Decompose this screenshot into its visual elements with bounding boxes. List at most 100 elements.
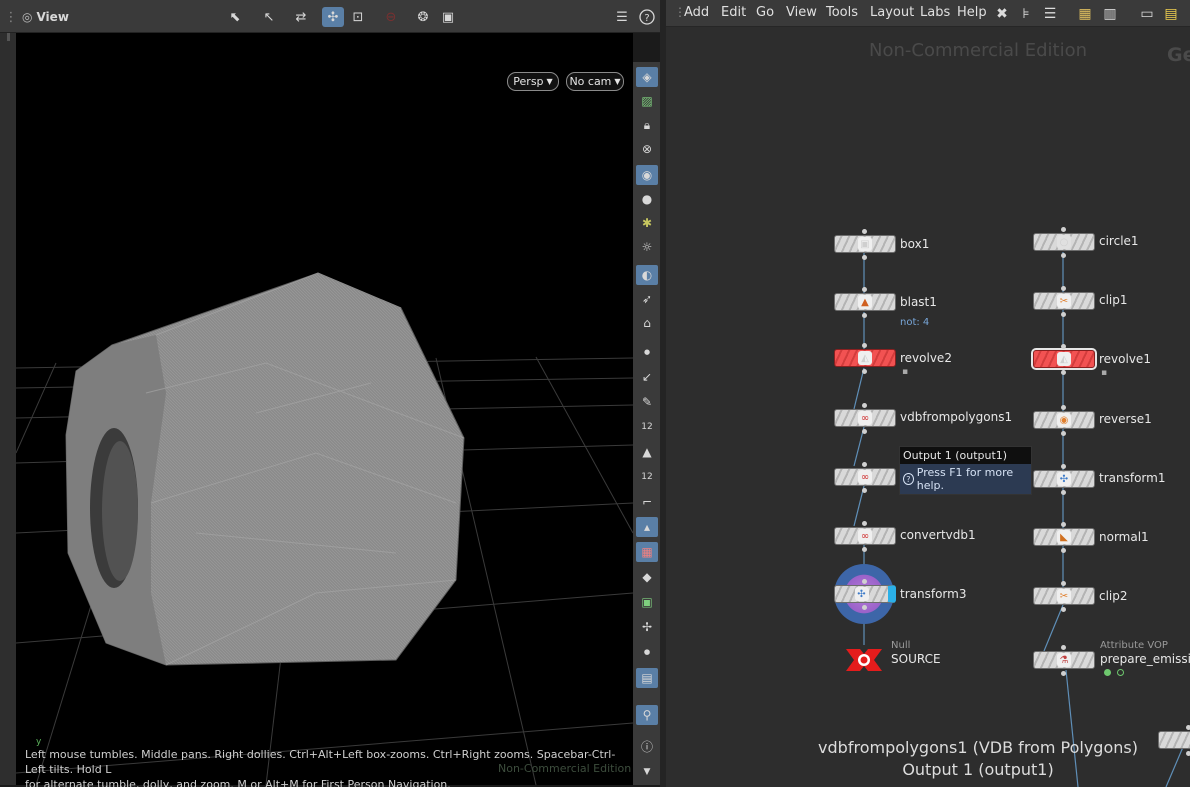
isolate-icon[interactable]: ⊗: [636, 139, 658, 159]
curve-icon[interactable]: ⌐: [636, 492, 658, 512]
input-port[interactable]: [1061, 522, 1066, 527]
input-port[interactable]: [862, 579, 867, 584]
disabled-snap-icon[interactable]: ⊖: [380, 7, 402, 27]
node-clip2[interactable]: ✂: [1033, 587, 1095, 605]
select-arrow-icon[interactable]: ↖: [258, 7, 280, 27]
node-transform1[interactable]: ✣: [1033, 470, 1095, 488]
output-port[interactable]: [1061, 548, 1066, 553]
layers-icon[interactable]: ◆: [636, 567, 658, 587]
node-convertvdb1[interactable]: ∞: [834, 527, 896, 545]
uv-display-icon[interactable]: ▦: [636, 542, 658, 562]
select-tool-icon[interactable]: ⬉: [224, 7, 246, 27]
pen-icon[interactable]: ✎: [636, 392, 658, 412]
input-port[interactable]: [1186, 725, 1190, 730]
node-vdbfrompolygons1[interactable]: ∞: [834, 409, 896, 427]
headlight-icon[interactable]: ◉: [636, 165, 658, 185]
input-port[interactable]: [1061, 405, 1066, 410]
brush-icon[interactable]: ▲: [636, 442, 658, 462]
output-port[interactable]: [1061, 370, 1066, 375]
node-label-revolve2: revolve2: [900, 351, 952, 365]
network-editor-pane[interactable]: ⋮ Add Edit Go View Tools Layout Labs Hel…: [666, 0, 1190, 787]
viewport-layout-icon[interactable]: ☰: [611, 7, 633, 27]
input-port[interactable]: [862, 287, 867, 292]
node-reverse1[interactable]: ◉: [1033, 411, 1095, 429]
vdb-icon: ∞: [858, 470, 872, 484]
prim-number-icon[interactable]: 12: [636, 467, 658, 487]
shadow-light-icon[interactable]: ☼: [636, 237, 658, 257]
component-select-icon[interactable]: ⊡: [347, 7, 369, 27]
collapse-arrow-icon[interactable]: [7, 33, 11, 41]
node-blast1[interactable]: ▲: [834, 293, 896, 311]
attribute-vop-icon: ⚗: [1057, 653, 1071, 667]
camera-select-menu[interactable]: No cam ▼: [566, 72, 624, 91]
pane-grip-icon[interactable]: ⋮: [4, 7, 18, 27]
node-revolve1[interactable]: ◭: [1031, 348, 1097, 370]
stop-icon[interactable]: ⏺: [636, 642, 658, 662]
output-port[interactable]: [1061, 607, 1066, 612]
info-icon[interactable]: ⓘ: [636, 736, 658, 756]
help-icon[interactable]: ?: [636, 7, 658, 27]
output-port[interactable]: [1186, 751, 1190, 756]
bounding-box-icon[interactable]: ▣: [636, 592, 658, 612]
output-port[interactable]: [862, 255, 867, 260]
input-port[interactable]: [862, 403, 867, 408]
node-revolve2[interactable]: ◭: [834, 349, 896, 367]
output-port[interactable]: [1061, 490, 1066, 495]
camera-icon[interactable]: ⌂: [636, 313, 658, 333]
output-port[interactable]: [862, 605, 867, 610]
node-source-null[interactable]: [842, 645, 886, 675]
input-port[interactable]: [1061, 344, 1066, 349]
point-snap-icon[interactable]: ●: [636, 342, 658, 362]
input-port[interactable]: [862, 521, 867, 526]
node-prepare-emission[interactable]: ⚗: [1033, 651, 1095, 669]
node-normal1[interactable]: ◣: [1033, 528, 1095, 546]
output-port[interactable]: [862, 429, 867, 434]
transform-icon: ✣: [1057, 472, 1071, 486]
wire-display-icon[interactable]: ▴: [636, 517, 658, 537]
scroll-down-icon[interactable]: ▼: [636, 762, 658, 782]
input-port[interactable]: [1061, 581, 1066, 586]
node-transform3[interactable]: ✣: [834, 585, 896, 603]
input-port[interactable]: [1061, 645, 1066, 650]
input-port[interactable]: [862, 229, 867, 234]
output-port[interactable]: [1061, 253, 1066, 258]
display-options-icon[interactable]: ▣: [437, 7, 459, 27]
input-port[interactable]: [862, 343, 867, 348]
node-box1[interactable]: ▣: [834, 235, 896, 253]
viewport-title[interactable]: ◎ View: [22, 7, 82, 27]
pin-icon[interactable]: ⚲: [636, 705, 658, 725]
output-port[interactable]: [862, 488, 867, 493]
node-offscreen[interactable]: [1158, 731, 1190, 749]
render-camera-icon[interactable]: ◐: [636, 265, 658, 285]
number-display-icon[interactable]: 12: [636, 417, 658, 437]
node-vdb-unnamed[interactable]: ∞: [834, 468, 896, 486]
output-port[interactable]: [862, 369, 867, 374]
light-icon[interactable]: ✱: [636, 213, 658, 233]
node-comment-blast1: not: 4: [900, 317, 930, 328]
camera-view-menu[interactable]: Persp ▼: [507, 72, 559, 91]
input-port[interactable]: [1061, 286, 1066, 291]
input-port[interactable]: [1061, 227, 1066, 232]
output-port[interactable]: [1061, 431, 1066, 436]
node-clip1[interactable]: ✂: [1033, 292, 1095, 310]
ghost-display-icon[interactable]: ◈: [636, 67, 658, 87]
node-label-reverse1: reverse1: [1099, 412, 1152, 426]
render-preview-icon[interactable]: ❂: [412, 7, 434, 27]
shaded-display-icon[interactable]: ▨: [636, 91, 658, 111]
handle-icon[interactable]: ✢: [636, 617, 658, 637]
lock-camera-icon[interactable]: 🔒︎: [636, 115, 658, 135]
input-port[interactable]: [1061, 464, 1066, 469]
output-port[interactable]: [1061, 671, 1066, 676]
node-circle1[interactable]: ○: [1033, 233, 1095, 251]
background-image-icon[interactable]: ▤: [636, 668, 658, 688]
output-port[interactable]: [862, 547, 867, 552]
select-mode-icon[interactable]: ✣: [322, 7, 344, 27]
input-port[interactable]: [862, 462, 867, 467]
output-port[interactable]: [1061, 312, 1066, 317]
visualizer-icon[interactable]: ➶: [636, 289, 658, 309]
edge-snap-icon[interactable]: ↙: [636, 367, 658, 387]
transform-handle-icon[interactable]: ⇄: [290, 7, 312, 27]
output-port[interactable]: [862, 313, 867, 318]
viewport-canvas[interactable]: Persp ▼ No cam ▼ y: [16, 33, 633, 785]
light-bulb-icon[interactable]: ●: [636, 189, 658, 209]
